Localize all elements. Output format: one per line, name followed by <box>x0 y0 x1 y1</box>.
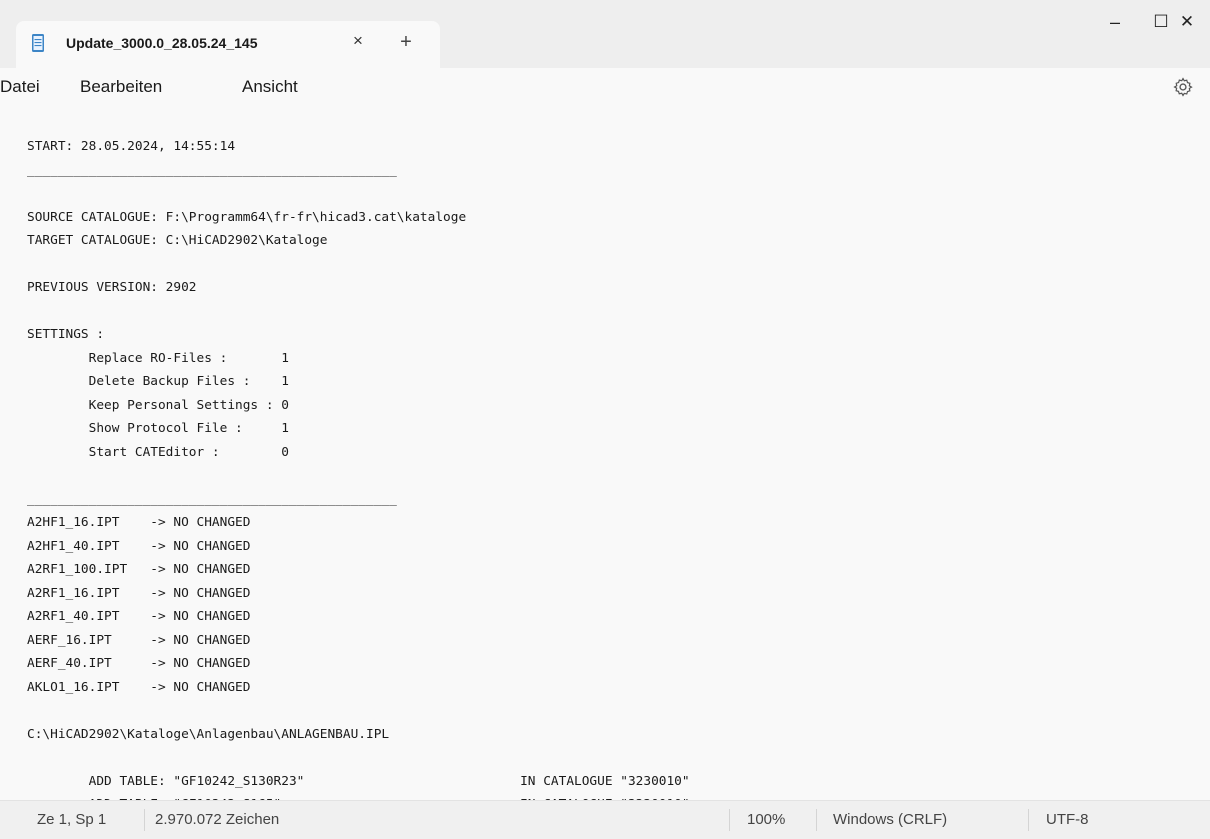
character-count: 2.970.072 Zeichen <box>155 811 280 828</box>
text-line: PREVIOUS VERSION: 2902 <box>27 280 197 295</box>
text-line: ________________________________________… <box>27 491 397 507</box>
menu-bearbeiten[interactable]: Bearbeiten <box>80 77 162 97</box>
text-line: SOURCE CATALOGUE: F:\Programm64\fr-fr\hi… <box>27 209 467 225</box>
status-divider <box>816 809 817 831</box>
text-line: SETTINGS : <box>27 327 105 342</box>
text-line: Start CATEditor : 0 <box>27 444 289 460</box>
text-line <box>27 253 690 277</box>
notepad-icon <box>32 34 44 52</box>
text-line <box>27 182 690 206</box>
menu-datei[interactable]: Datei <box>0 77 40 97</box>
status-divider <box>729 809 730 831</box>
menu-ansicht[interactable]: Ansicht <box>242 77 298 97</box>
text-line: AERF_40.IPT -> NO CHANGED <box>27 656 251 671</box>
text-line: ADD TABLE: "GF10242_S130R23" IN CATALOGU… <box>27 773 690 789</box>
text-line: Delete Backup Files : 1 <box>27 374 289 389</box>
text-line: A2RF1_100.IPT -> NO CHANGED <box>27 562 251 577</box>
text-line: TARGET CATALOGUE: C:\HiCAD2902\Kataloge <box>27 233 328 248</box>
text-line: A2HF1_40.IPT -> NO CHANGED <box>27 538 251 554</box>
text-line: AERF_16.IPT -> NO CHANGED <box>27 632 251 648</box>
status-bar: Ze 1, Sp 1 2.970.072 Zeichen 100% Window… <box>0 800 1210 839</box>
zoom-level[interactable]: 100% <box>747 811 785 828</box>
close-window-button[interactable]: ✕ <box>1164 12 1210 42</box>
text-line <box>27 300 690 324</box>
text-line: Show Protocol File : 1 <box>27 421 289 436</box>
text-line: Replace RO-Files : 1 <box>27 350 289 366</box>
text-line: C:\HiCAD2902\Kataloge\Anlagenbau\ANLAGEN… <box>27 726 390 742</box>
text-line: A2RF1_16.IPT -> NO CHANGED <box>27 585 251 601</box>
cursor-position: Ze 1, Sp 1 <box>37 811 107 828</box>
title-bar: Update_3000.0_28.05.24_145 × + – ☐ ✕ <box>0 0 1210 68</box>
status-divider <box>144 809 145 831</box>
line-ending[interactable]: Windows (CRLF) <box>833 811 947 828</box>
text-line: A2HF1_16.IPT -> NO CHANGED <box>27 515 251 530</box>
text-line: AKLO1_16.IPT -> NO CHANGED <box>27 679 251 695</box>
menu-bar: Datei Bearbeiten Ansicht <box>0 68 1210 108</box>
text-line: Keep Personal Settings : 0 <box>27 397 289 413</box>
text-line: ADD TABLE: "GF10242_S165" IN CATALOGUE "… <box>27 793 690 800</box>
editor-text: START: 28.05.2024, 14:55:14 _____________… <box>27 135 690 800</box>
new-tab-button[interactable]: + <box>394 30 418 54</box>
status-divider <box>1028 809 1029 831</box>
text-editor[interactable]: START: 28.05.2024, 14:55:14 _____________… <box>0 108 1210 800</box>
minimize-button[interactable]: – <box>1092 12 1138 42</box>
text-line <box>27 699 690 723</box>
text-line: START: 28.05.2024, 14:55:14 <box>27 139 236 154</box>
text-line: ________________________________________… <box>27 162 397 178</box>
document-tab[interactable]: Update_3000.0_28.05.24_145 × <box>16 21 440 68</box>
text-line: A2RF1_40.IPT -> NO CHANGED <box>27 609 251 624</box>
text-line <box>27 746 690 770</box>
tab-close-icon[interactable]: × <box>346 29 370 53</box>
text-line <box>27 464 690 488</box>
gear-icon[interactable] <box>1172 76 1194 98</box>
encoding[interactable]: UTF-8 <box>1046 811 1089 828</box>
